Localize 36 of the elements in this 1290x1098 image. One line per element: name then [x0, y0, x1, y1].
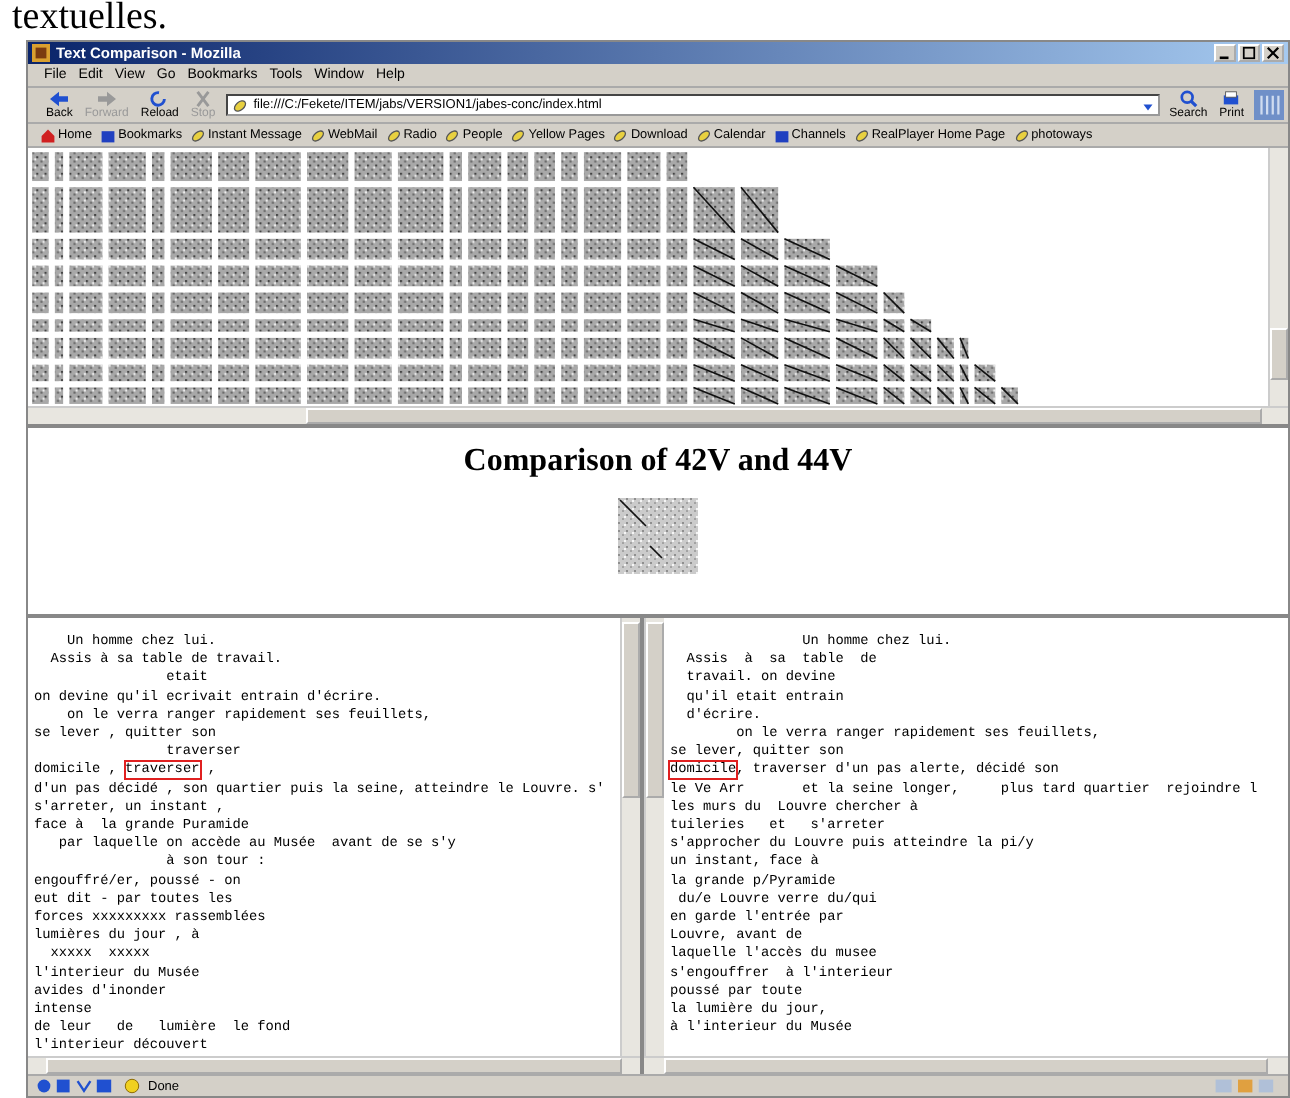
page-icon	[231, 97, 248, 113]
link-icon	[190, 127, 207, 143]
vertical-scrollbar[interactable]	[620, 618, 640, 1056]
app-icon	[32, 44, 50, 62]
x-icon	[192, 90, 215, 108]
right-arrow-icon	[95, 90, 118, 108]
close-icon	[1266, 46, 1280, 60]
dot-plot-thumbnail-drawing[interactable]	[618, 498, 698, 574]
vertical-scrollbar[interactable]	[1268, 148, 1288, 406]
link-icon	[510, 127, 527, 143]
component-bar-icons-drawing[interactable]	[36, 1078, 116, 1094]
maximize-icon	[1242, 46, 1256, 60]
folder-icon	[773, 127, 790, 143]
printer-icon	[1220, 90, 1243, 108]
close-button[interactable]	[1262, 44, 1284, 62]
link-icon	[612, 127, 629, 143]
maximize-button[interactable]	[1238, 44, 1260, 62]
house-icon	[40, 127, 56, 143]
horizontal-scrollbar[interactable]	[644, 1056, 1288, 1074]
horizontal-scrollbar[interactable]	[28, 1056, 640, 1074]
search-icon	[1177, 90, 1200, 108]
folder-icon	[100, 127, 117, 143]
reload-icon	[148, 90, 171, 108]
link-icon	[309, 127, 326, 143]
comparison-heading: Comparison of 42V and 44V	[463, 444, 853, 480]
link-icon	[853, 127, 870, 143]
throbber-logo-icon[interactable]	[1254, 90, 1284, 120]
link-icon	[1013, 127, 1030, 143]
minimize-button[interactable]	[1214, 44, 1236, 62]
left-arrow-icon	[48, 90, 71, 108]
link-icon	[444, 127, 461, 143]
horizontal-scrollbar[interactable]	[28, 406, 1288, 424]
vertical-scrollbar[interactable]	[644, 618, 664, 1056]
link-icon	[385, 127, 402, 143]
link-icon	[695, 127, 712, 143]
document-fragment-text: textuelles.	[10, 0, 170, 40]
